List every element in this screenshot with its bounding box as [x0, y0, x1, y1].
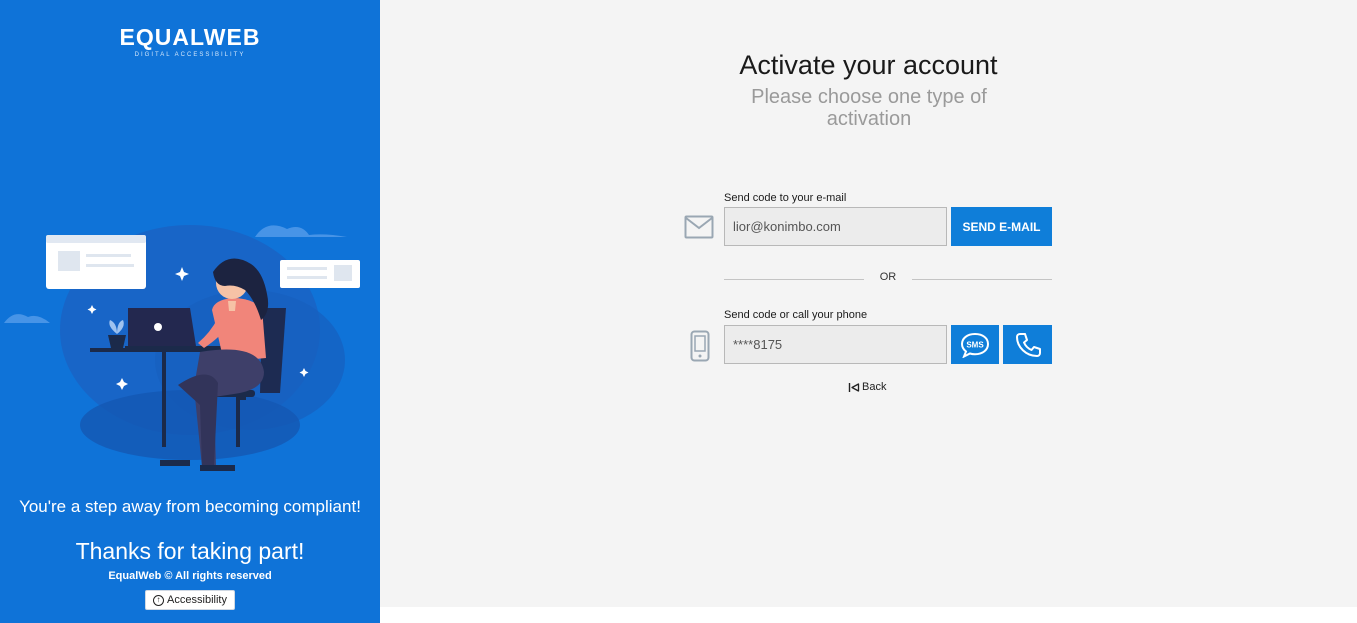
- phone-field[interactable]: [724, 325, 947, 364]
- call-button[interactable]: [1003, 325, 1052, 364]
- copyright-text: EqualWeb © All rights reserved: [108, 570, 272, 582]
- left-panel: EQUALWEB DIGITAL ACCESSIBILITY You're a …: [0, 0, 380, 623]
- back-link[interactable]: Back: [848, 381, 886, 393]
- accessibility-button-label: Accessibility: [167, 594, 227, 606]
- sms-icon: SMS: [960, 332, 990, 358]
- accessibility-icon: ↑: [153, 594, 165, 606]
- svg-text:SMS: SMS: [966, 340, 984, 349]
- divider-line-left: [724, 279, 864, 280]
- phone-call-icon: [1015, 332, 1041, 357]
- back-icon: [848, 382, 860, 392]
- email-label: Send code to your e-mail: [724, 192, 847, 204]
- envelope-icon: [684, 215, 714, 239]
- page-subtitle: Please choose one type of activation: [751, 86, 987, 130]
- equalweb-logo: EQUALWEB DIGITAL ACCESSIBILITY: [0, 24, 380, 58]
- sms-button[interactable]: SMS: [951, 325, 999, 364]
- email-field[interactable]: [724, 207, 947, 246]
- or-text: OR: [879, 271, 897, 283]
- divider-line-right: [912, 279, 1052, 280]
- thanks-heading: Thanks for taking part!: [75, 538, 305, 564]
- page-title: Activate your account: [739, 50, 998, 80]
- activation-panel: Activate your account Please choose one …: [380, 0, 1357, 607]
- mobile-phone-icon: [690, 330, 710, 362]
- phone-label: Send code or call your phone: [724, 309, 868, 321]
- logo-text: EQUALWEB: [119, 24, 261, 50]
- tagline: You're a step away from becoming complia…: [19, 497, 361, 516]
- send-email-button[interactable]: SEND E-MAIL: [951, 207, 1052, 246]
- back-label: Back: [862, 381, 887, 393]
- or-divider: OR: [724, 271, 1052, 287]
- accessibility-button[interactable]: ↑ Accessibility: [145, 590, 235, 610]
- logo-tagline: DIGITAL ACCESSIBILITY: [134, 52, 246, 58]
- woman-at-laptop-illustration: [4, 225, 360, 471]
